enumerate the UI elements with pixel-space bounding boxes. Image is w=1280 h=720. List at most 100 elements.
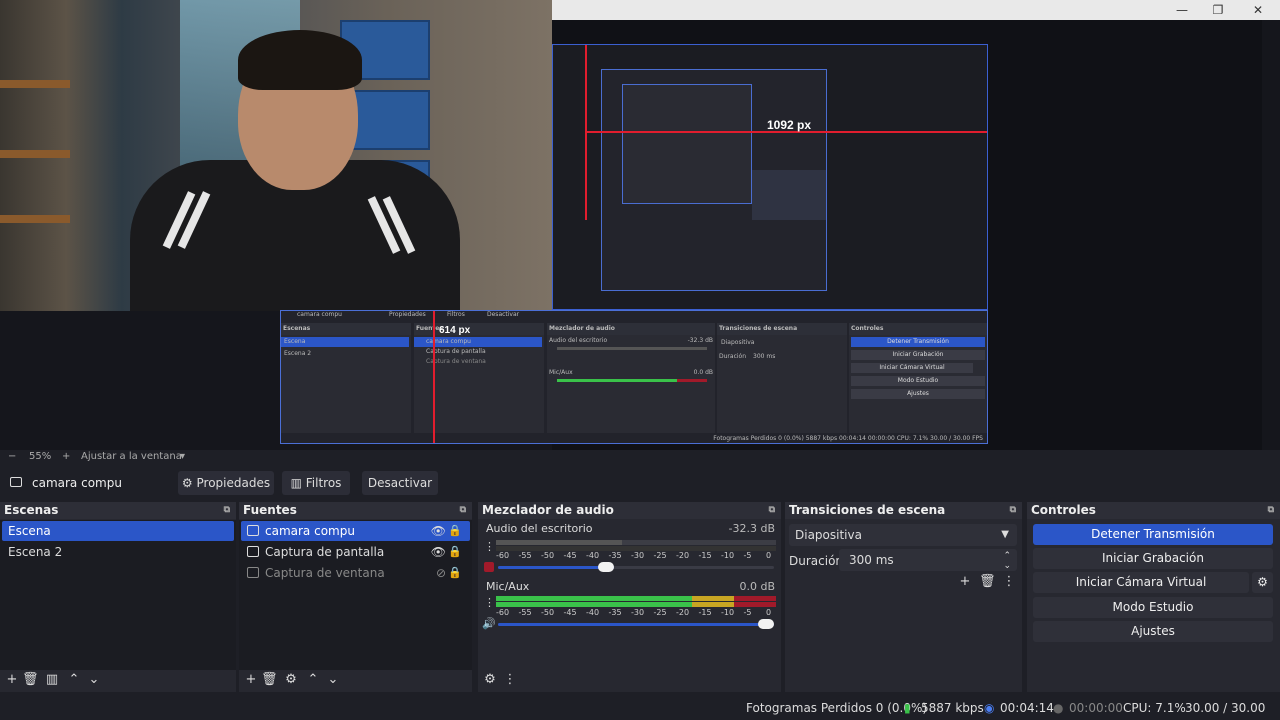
mini-controls-title: Controles (851, 325, 884, 332)
scene-item[interactable]: Escena (2, 521, 234, 541)
properties-button[interactable]: ⚙ Propiedades (178, 471, 274, 495)
nested-capture-level-2 (601, 69, 827, 291)
move-up-icon[interactable]: ⌃ (305, 672, 321, 688)
close-button[interactable]: ✕ (1250, 2, 1266, 18)
eye-icon[interactable]: 👁 (431, 542, 446, 562)
zoom-bar: − 55% + Ajustar a la ventana ▾ (0, 450, 1280, 466)
db-tick-label: 0 (766, 551, 772, 560)
fader-knob[interactable] (597, 562, 614, 572)
mini-properties: Propiedades (389, 311, 426, 318)
source-label: camara compu (265, 524, 355, 538)
lock-icon[interactable]: 🔒 (448, 521, 462, 541)
obs-window: — ❐ ✕ 1092 px camara compu Propiedades F… (0, 0, 1280, 720)
meter-level (496, 540, 622, 545)
cpu-usage: CPU: 7.1% (1123, 701, 1186, 715)
db-tick-label: -55 (518, 608, 532, 617)
mixer-body: Audio del escritorio -32.3 dB ⋮ -60 -55 -5… (478, 520, 781, 670)
lock-icon[interactable]: 🔒 (448, 542, 462, 562)
fader-knob[interactable] (758, 619, 774, 629)
stop-streaming-button[interactable]: Detener Transmisión (1033, 524, 1273, 545)
mini-source-name: camara compu (297, 311, 342, 318)
mini-scene-2: Escena 2 (284, 350, 312, 357)
add-icon[interactable]: + (243, 672, 259, 688)
add-icon[interactable]: + (957, 574, 973, 590)
channel-name: Mic/Aux (486, 580, 530, 593)
studio-mode-button[interactable]: Modo Estudio (1033, 597, 1273, 618)
deactivate-button[interactable]: Desactivar (362, 471, 438, 495)
eye-icon[interactable]: 👁 (431, 521, 446, 541)
db-tick-label: -10 (721, 608, 735, 617)
mini-trans-title: Transiciones de escena (719, 325, 798, 332)
gear-icon: ⚙ (1257, 575, 1268, 589)
db-tick-label: -50 (541, 608, 555, 617)
undock-icon[interactable]: ⧉ (1010, 502, 1016, 519)
channel-menu-icon[interactable]: ⋮ (484, 596, 495, 609)
mini-controls-dock: Controles Detener Transmisión Iniciar Gr… (849, 323, 987, 433)
mini-mix-1-db: -32.3 dB (687, 337, 713, 344)
restore-button[interactable]: ❐ (1210, 2, 1226, 18)
settings-button[interactable]: Ajustes (1033, 621, 1273, 642)
minimize-button[interactable]: — (1174, 2, 1190, 18)
webcam-feed[interactable] (0, 0, 552, 311)
mini-mix-2: Mic/Aux (549, 369, 573, 376)
db-tick-label: -30 (631, 551, 645, 560)
trash-icon[interactable]: 🗑 (261, 672, 278, 688)
gear-icon[interactable]: ⚙ (482, 672, 498, 688)
scenes-footer: + 🗑 ▥ ⌃ ⌄ (0, 670, 236, 692)
mute-icon[interactable] (484, 562, 494, 572)
source-item[interactable]: Captura de ventana ⊘ 🔒 (241, 563, 470, 583)
trash-icon[interactable]: 🗑 (979, 574, 996, 590)
undock-icon[interactable]: ⧉ (1268, 502, 1274, 519)
volume-fader[interactable] (498, 619, 774, 629)
nested-screen-capture[interactable]: 1092 px (552, 44, 988, 310)
sources-dock: Fuentes ⧉ camara compu 👁 🔒 Captura de pa… (239, 502, 472, 692)
zoom-in-button[interactable]: + (62, 451, 70, 462)
fit-to-window[interactable]: Ajustar a la ventana (81, 451, 182, 462)
filter-icon[interactable]: ▥ (44, 672, 60, 688)
virtual-camera-settings-button[interactable]: ⚙ (1252, 572, 1273, 593)
channel-db: 0.0 dB (739, 580, 775, 593)
move-down-icon[interactable]: ⌄ (86, 672, 102, 688)
duration-spinbox[interactable]: 300 ms ⌃ ⌄ (839, 549, 1017, 571)
filter-icon: ▥ (290, 476, 302, 490)
scene-item[interactable]: Escena 2 (2, 542, 234, 562)
lock-icon[interactable]: 🔒 (448, 563, 462, 583)
gear-icon[interactable]: ⚙ (283, 672, 299, 688)
mini-duration-value: 300 ms (753, 353, 776, 360)
zoom-value: 55% (29, 451, 52, 462)
db-tick-label: -50 (541, 551, 555, 560)
nested-capture-level-3 (622, 84, 752, 204)
channel-menu-icon[interactable]: ⋮ (484, 540, 495, 553)
zoom-dropdown-icon[interactable]: ▾ (180, 451, 185, 462)
add-icon[interactable]: + (4, 672, 20, 688)
controls-title: Controles (1031, 503, 1096, 517)
zoom-out-button[interactable]: − (8, 451, 16, 462)
db-tick-label: -20 (676, 608, 690, 617)
volume-fader[interactable] (498, 562, 774, 572)
speaker-icon[interactable]: 🔊 (482, 617, 496, 630)
db-tick-label: -20 (676, 551, 690, 560)
move-up-icon[interactable]: ⌃ (66, 672, 82, 688)
menu-icon[interactable]: ⋮ (502, 672, 518, 688)
mini-meter-2 (557, 379, 677, 382)
undock-icon[interactable]: ⧉ (224, 502, 230, 519)
filters-button[interactable]: ▥ Filtros (282, 471, 350, 495)
eye-hidden-icon[interactable]: ⊘ (436, 563, 446, 583)
start-recording-button[interactable]: Iniciar Grabación (1033, 548, 1273, 569)
undock-icon[interactable]: ⧉ (769, 502, 775, 519)
undock-icon[interactable]: ⧉ (460, 502, 466, 519)
camera-icon (10, 477, 22, 487)
mini-trans-type: Diapositiva (721, 339, 755, 346)
mini-settings: Ajustes (851, 389, 985, 399)
menu-icon[interactable]: ⋮ (1001, 574, 1017, 590)
start-virtual-camera-button[interactable]: Iniciar Cámara Virtual (1033, 572, 1249, 593)
move-down-icon[interactable]: ⌄ (325, 672, 341, 688)
source-label: Captura de pantalla (265, 545, 385, 559)
trash-icon[interactable]: 🗑 (22, 672, 39, 688)
source-item[interactable]: Captura de pantalla 👁 🔒 (241, 542, 470, 562)
mini-mix-2-db: 0.0 dB (693, 369, 713, 376)
db-tick-label: -40 (586, 608, 600, 617)
mini-deactivate: Desactivar (487, 311, 520, 318)
source-item[interactable]: camara compu 👁 🔒 (241, 521, 470, 541)
transition-select[interactable]: Diapositiva ▼ (789, 524, 1017, 546)
